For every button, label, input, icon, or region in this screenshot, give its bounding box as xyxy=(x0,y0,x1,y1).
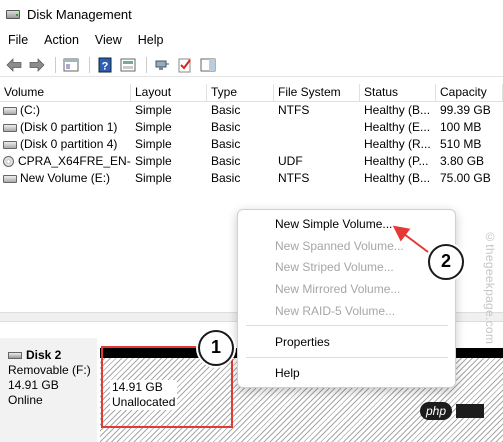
annotation-arrow xyxy=(392,225,429,253)
php-logo: php xyxy=(420,402,453,420)
php-bar xyxy=(456,404,485,418)
php-badge: php xyxy=(420,400,500,422)
step-badge-1: 1 xyxy=(198,330,234,366)
step-badge-2: 2 xyxy=(428,244,464,280)
watermark: ©thegeekpage.com xyxy=(483,230,497,345)
